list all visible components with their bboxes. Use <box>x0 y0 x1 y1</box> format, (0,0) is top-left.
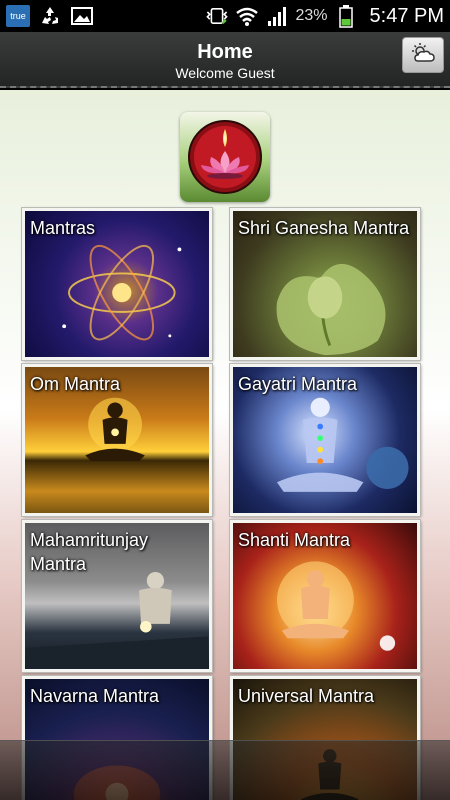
vibrate-icon <box>205 5 229 27</box>
welcome-subtitle: Welcome Guest <box>175 65 275 81</box>
tile-gayatri-mantra[interactable]: Gayatri Mantra <box>230 364 420 516</box>
tile-label: Shanti Mantra <box>238 530 351 550</box>
tile-mantras[interactable]: Mantras <box>22 208 212 360</box>
tile-label: Shri Ganesha Mantra <box>238 218 410 238</box>
app-header: Home Welcome Guest <box>0 32 450 88</box>
tile-om-mantra[interactable]: Om Mantra <box>22 364 212 516</box>
weather-cloud-icon <box>409 42 437 69</box>
page-title: Home <box>197 41 253 63</box>
battery-icon <box>334 5 358 28</box>
tile-label: Gayatri Mantra <box>238 374 358 394</box>
lotus-lamp-logo <box>180 112 270 202</box>
tile-mahamritunjay-mantra[interactable]: Mahamritunjay Mantra <box>22 520 212 672</box>
image-icon <box>70 5 94 27</box>
wifi-icon <box>235 5 259 27</box>
status-time: 5:47 PM <box>369 4 444 27</box>
tile-label: Universal Mantra <box>238 686 375 706</box>
recycle-icon <box>38 5 62 27</box>
tile-shanti-mantra[interactable]: Shanti Mantra <box>230 520 420 672</box>
carrier-badge-label: true <box>10 11 26 21</box>
tile-label: Mantras <box>30 218 96 238</box>
home-content: Mantras Shri Ganesha Mantra Om Mantra Ga… <box>0 90 450 800</box>
tile-shri-ganesha-mantra[interactable]: Shri Ganesha Mantra <box>230 208 420 360</box>
tile-label: Om Mantra <box>30 374 121 394</box>
battery-percent: 23% <box>295 7 328 24</box>
weather-button[interactable] <box>402 37 444 73</box>
tile-label: Mahamritunjay Mantra <box>30 530 149 574</box>
bottom-overlay-bar <box>0 740 450 800</box>
status-bar: true 23% 5:47 PM <box>0 0 450 32</box>
tile-label: Navarna Mantra <box>30 686 160 706</box>
true-app-icon: true <box>6 5 30 27</box>
signal-icon <box>265 5 289 27</box>
